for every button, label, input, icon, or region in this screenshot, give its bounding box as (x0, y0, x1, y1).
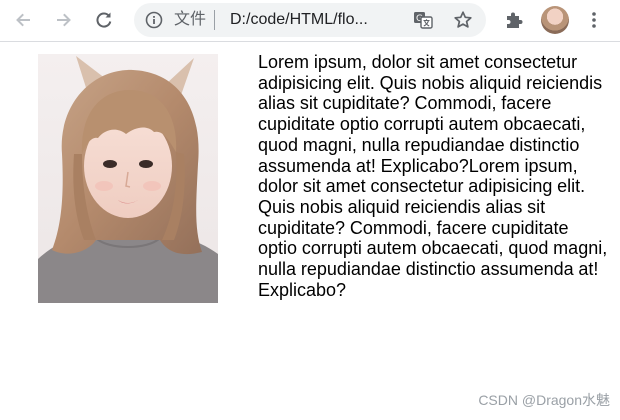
profile-avatar[interactable] (541, 6, 569, 34)
extensions-button[interactable] (499, 5, 529, 35)
arrow-left-icon (13, 10, 33, 30)
info-icon[interactable] (144, 10, 164, 30)
back-button[interactable] (8, 5, 38, 35)
browser-toolbar: 文件 D:/code/HTML/flo... G (0, 0, 620, 42)
url-scheme-label: 文件 (174, 11, 207, 28)
url-text[interactable]: D:/code/HTML/flo... (230, 11, 438, 29)
watermark: CSDN @Dragon水魅 (478, 392, 610, 408)
translate-icon[interactable]: G (412, 10, 434, 30)
url-separator (214, 10, 215, 30)
puzzle-icon (504, 10, 524, 30)
reload-button[interactable] (89, 5, 119, 35)
page-content: Lorem ipsum, dolor sit amet consectetur … (8, 52, 611, 303)
reload-icon (94, 10, 114, 30)
address-bar[interactable]: 文件 D:/code/HTML/flo... G (134, 3, 486, 37)
kebab-menu-icon (584, 10, 604, 30)
arrow-right-icon (54, 10, 74, 30)
browser-menu-button[interactable] (579, 5, 609, 35)
forward-button[interactable] (49, 5, 79, 35)
star-icon[interactable] (452, 9, 474, 31)
floated-photo (38, 54, 218, 303)
paragraph-text: Lorem ipsum, dolor sit amet consectetur … (258, 52, 608, 300)
